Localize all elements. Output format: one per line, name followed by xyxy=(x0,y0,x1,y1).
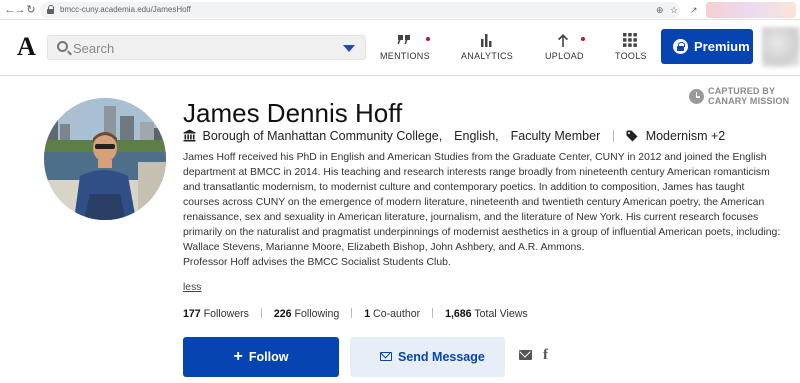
envelope-icon xyxy=(380,352,392,361)
views-count: 1,686 xyxy=(445,308,472,320)
follow-button[interactable]: + Follow xyxy=(183,337,339,377)
nav-upload[interactable]: UPLOAD xyxy=(545,32,585,64)
url-text: bmcc-cuny.academia.edu/JamesHoff xyxy=(60,5,191,14)
capture-watermark: CAPTURED BY CANARY MISSION xyxy=(689,86,799,108)
followers-stat[interactable]: 177 Followers xyxy=(183,308,249,320)
views-stat: 1,686 Total Views xyxy=(445,308,528,320)
research-interests-link[interactable]: Modernism +2 xyxy=(646,128,726,144)
star-icon[interactable]: ☆ xyxy=(670,4,678,16)
lock-badge-icon xyxy=(673,39,688,54)
notification-dot xyxy=(581,37,585,41)
profile-name: James Dennis Hoff xyxy=(183,98,403,128)
browser-toolbar: ← → ↻ bmcc-cuny.academia.edu/JamesHoff ⊕… xyxy=(0,0,800,20)
premium-button[interactable]: Premium xyxy=(661,29,753,64)
profile-photo xyxy=(44,98,166,220)
nav-label: UPLOAD xyxy=(545,51,584,61)
department-link[interactable]: English, xyxy=(454,128,498,144)
grid-icon xyxy=(623,33,637,47)
coauthor-count: 1 xyxy=(364,308,371,320)
nav-analytics[interactable]: ANALYTICS xyxy=(461,32,514,64)
address-bar[interactable]: bmcc-cuny.academia.edu/JamesHoff ⊕ ☆ xyxy=(40,2,680,18)
clock-icon xyxy=(689,89,704,104)
views-label: Total Views xyxy=(474,308,528,320)
divider xyxy=(432,308,434,318)
send-message-label: Send Message xyxy=(398,350,485,364)
search-icon xyxy=(57,41,68,52)
divider xyxy=(351,308,353,318)
watermark-line1: CAPTURED BY xyxy=(708,86,776,96)
role-text: Faculty Member xyxy=(510,129,601,143)
coauthor-label: Co-author xyxy=(373,308,421,320)
following-stat[interactable]: 226 Following xyxy=(274,308,339,320)
plus-icon: + xyxy=(233,348,243,365)
following-label: Following xyxy=(294,308,340,320)
followers-label: Followers xyxy=(203,308,249,320)
bio-paragraph: Professor Hoff advises the BMCC Socialis… xyxy=(183,257,451,268)
divider xyxy=(260,308,262,318)
lock-icon xyxy=(47,5,55,15)
follow-label: Follow xyxy=(248,350,289,364)
notification-dot xyxy=(426,37,430,41)
bar-chart-icon xyxy=(481,34,492,47)
profile-bio: James Hoff received his PhD in English a… xyxy=(183,150,783,270)
university-icon xyxy=(183,129,196,142)
institution-link[interactable]: Borough of Manhattan Community College, xyxy=(202,128,442,144)
academia-logo[interactable]: A xyxy=(17,33,36,61)
tag-icon xyxy=(626,130,638,142)
followers-count: 177 xyxy=(183,308,201,320)
zoom-icon[interactable]: ⊕ xyxy=(656,4,664,16)
nav-label: MENTIONS xyxy=(380,51,430,61)
nav-label: TOOLS xyxy=(615,51,647,61)
app-header: A MENTIONS ANALYTICS UPLOAD xyxy=(0,20,800,76)
nav-label: ANALYTICS xyxy=(461,51,514,61)
bio-paragraph: James Hoff received his PhD in English a… xyxy=(183,152,781,253)
watermark-line2: CANARY MISSION xyxy=(708,96,790,106)
extensions-area[interactable] xyxy=(706,2,796,18)
user-avatar[interactable] xyxy=(762,27,800,67)
less-link[interactable]: less xyxy=(183,281,201,294)
premium-label: Premium xyxy=(694,39,750,54)
chevron-down-icon[interactable] xyxy=(343,45,355,52)
email-share-icon[interactable] xyxy=(519,350,532,360)
nav-mentions[interactable]: MENTIONS xyxy=(380,32,430,64)
send-message-button[interactable]: Send Message xyxy=(350,337,505,377)
quote-icon xyxy=(397,35,410,44)
reload-icon[interactable]: ↻ xyxy=(24,3,38,17)
coauthor-stat[interactable]: 1 Co-author xyxy=(364,308,420,320)
affiliation-line: Borough of Manhattan Community College, … xyxy=(183,128,725,144)
facebook-share-icon[interactable]: f xyxy=(543,347,548,363)
upload-arrow-icon xyxy=(558,34,568,47)
profile-stats: 177 Followers 226 Following 1 Co-author … xyxy=(183,307,528,321)
search-input[interactable] xyxy=(73,39,333,57)
share-icon[interactable]: ↗ xyxy=(690,4,698,16)
nav-tools[interactable]: TOOLS xyxy=(615,32,647,64)
following-count: 226 xyxy=(273,308,292,320)
search-box[interactable] xyxy=(47,35,366,60)
